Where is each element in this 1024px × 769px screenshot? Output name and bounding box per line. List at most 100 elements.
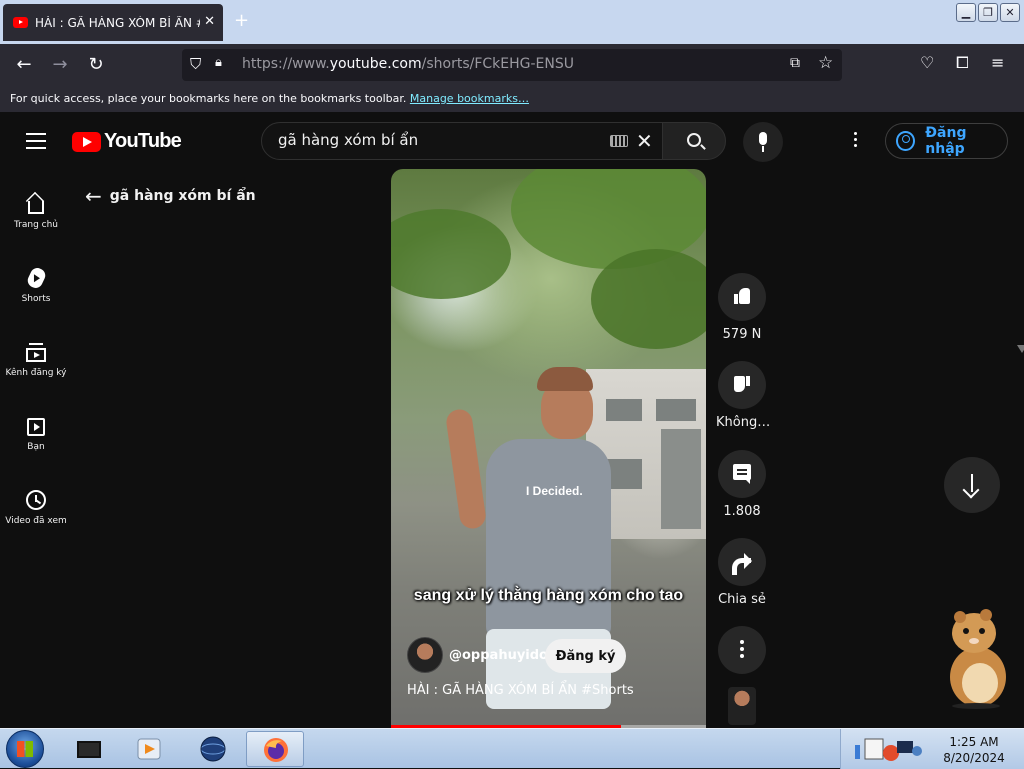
bookmark-star-icon[interactable]: ☆: [818, 53, 833, 73]
sound-avatar[interactable]: [728, 687, 756, 725]
taskbar-app-globe[interactable]: [184, 731, 242, 767]
window-controls: ▁ ❐ ✕: [956, 3, 1020, 22]
new-tab-button[interactable]: +: [234, 10, 249, 31]
extensions-icon[interactable]: ⧠: [956, 53, 969, 73]
sidebar-item-label: Video đã xem: [5, 516, 67, 526]
video-caption: sang xử lý thằng hàng xóm cho tao: [413, 587, 684, 604]
tray-icons[interactable]: [853, 735, 923, 763]
start-button[interactable]: [6, 730, 44, 768]
comment-count: 1.808: [723, 504, 761, 519]
like-button[interactable]: 579 N: [716, 273, 768, 342]
share-label: Chia sẻ: [718, 592, 766, 607]
home-icon: [28, 201, 44, 214]
youtube-header: YouTube ✕ Đăng nhập: [0, 112, 1024, 170]
menu-icon[interactable]: [26, 133, 46, 149]
restore-button[interactable]: ❐: [978, 3, 998, 22]
app-menu-icon[interactable]: ≡: [991, 53, 1004, 72]
youtube-play-icon: [72, 131, 101, 152]
windows-taskbar: 1:25 AM 8/20/2024: [0, 728, 1024, 769]
video-person-cap: [537, 367, 593, 391]
media-player-icon: [137, 738, 161, 760]
taskbar-app-firefox[interactable]: [246, 731, 304, 767]
bookmarks-toolbar: For quick access, place your bookmarks h…: [0, 86, 1024, 112]
comment-icon: [733, 464, 751, 484]
shirt-text: I Decided.: [526, 484, 583, 498]
keyboard-icon[interactable]: [610, 135, 628, 147]
back-to-search-button[interactable]: ← gã hàng xóm bí ẩn: [85, 184, 256, 208]
browser-title-bar: HÀI : GÃ HÀNG XÓM BÍ ẨN #Shorts ✕ + ▁ ❐ …: [0, 0, 1024, 44]
tracking-protection-icon[interactable]: ⛉: [190, 55, 201, 73]
reload-icon[interactable]: ↻: [84, 53, 108, 77]
bookmarks-message: For quick access, place your bookmarks h…: [10, 92, 407, 105]
clock-time: 1:25 AM: [949, 735, 999, 749]
share-icon: [732, 552, 752, 575]
chevron-down-icon: [1017, 345, 1024, 353]
browser-tab[interactable]: HÀI : GÃ HÀNG XÓM BÍ ẨN #Shorts ✕: [3, 4, 223, 41]
sidebar-item-label: Kênh đăng ký: [5, 368, 67, 378]
clear-search-icon[interactable]: ✕: [636, 129, 653, 153]
url-text[interactable]: https://www.youtube.com/shorts/FCkEHG-EN…: [242, 56, 574, 72]
minimize-button[interactable]: ▁: [956, 3, 976, 22]
manage-bookmarks-link[interactable]: Manage bookmarks…: [410, 92, 529, 105]
sidebar-item-label: Trang chủ: [13, 220, 59, 230]
youtube-logo[interactable]: YouTube: [72, 130, 182, 153]
channel-avatar[interactable]: [407, 637, 443, 673]
shorts-video-player[interactable]: I Decided. sang xử lý thằng hàng xóm cho…: [391, 169, 706, 728]
dislike-button[interactable]: Không…: [716, 361, 771, 430]
video-title[interactable]: HÀI : GÃ HÀNG XÓM BÍ ẨN #Shorts: [407, 683, 634, 698]
voice-search-button[interactable]: [743, 122, 783, 162]
channel-name[interactable]: @oppahuyidol: [449, 648, 552, 663]
tab-title: HÀI : GÃ HÀNG XÓM BÍ ẨN #Shorts: [35, 15, 200, 30]
more-vert-icon: [740, 640, 744, 661]
sidebar-item-home[interactable]: Trang chủ: [0, 184, 72, 254]
navigation-toolbar: ← → ↻ ⛉ 🔒︎ https://www.youtube.com/short…: [0, 44, 1024, 86]
sidebar-item-label: Bạn: [27, 442, 45, 452]
search-input[interactable]: [278, 131, 598, 149]
subscribe-button[interactable]: Đăng ký: [545, 639, 626, 673]
video-person-shirt: I Decided.: [486, 439, 611, 639]
sign-in-button[interactable]: Đăng nhập: [885, 123, 1008, 159]
sidebar-item-history[interactable]: Video đã xem: [0, 480, 72, 550]
shorts-icon: [24, 265, 48, 291]
logo-text: YouTube: [104, 130, 182, 152]
monitor-icon: [77, 741, 101, 758]
tree-foliage: [391, 209, 511, 299]
clock-date: 8/20/2024: [943, 751, 1005, 765]
dislike-label: Không…: [716, 415, 771, 430]
taskbar-app-terminal[interactable]: [60, 731, 118, 767]
sidebar-item-label: Shorts: [21, 294, 51, 304]
microphone-icon: [759, 132, 767, 145]
globe-icon: [200, 736, 226, 762]
sidebar-item-shorts[interactable]: Shorts: [0, 258, 72, 328]
taskbar-app-media-player[interactable]: [120, 731, 178, 767]
settings-more-icon[interactable]: [854, 132, 858, 150]
sidebar-item-you[interactable]: Bạn: [0, 406, 72, 476]
picture-in-picture-icon[interactable]: ⧉: [790, 55, 800, 71]
share-button[interactable]: Chia sẻ: [716, 538, 768, 607]
taskbar-clock[interactable]: 1:25 AM 8/20/2024: [930, 734, 1018, 766]
tree-foliage: [591, 249, 706, 349]
search-button[interactable]: [662, 122, 726, 160]
video-person-arm: [444, 407, 488, 531]
thumbs-down-icon: [734, 376, 750, 392]
hamster-desktop-pet[interactable]: [940, 605, 1010, 710]
history-icon: [26, 490, 46, 510]
firefox-icon: [264, 738, 288, 762]
search-box[interactable]: ✕: [261, 122, 663, 160]
close-window-button[interactable]: ✕: [1000, 3, 1020, 22]
search-query-label: gã hàng xóm bí ẩn: [109, 188, 256, 204]
sidebar-item-subscriptions[interactable]: Kênh đăng ký: [0, 332, 72, 402]
tab-close-icon[interactable]: ✕: [204, 14, 215, 29]
next-video-button[interactable]: [944, 457, 1000, 513]
comments-button[interactable]: 1.808: [716, 450, 768, 519]
url-bar[interactable]: ⛉ 🔒︎ https://www.youtube.com/shorts/FCkE…: [182, 49, 842, 81]
pocket-icon[interactable]: ♡: [920, 53, 934, 72]
lock-icon[interactable]: 🔒︎: [215, 55, 222, 70]
subscriptions-icon: [26, 343, 46, 362]
more-actions-button[interactable]: [716, 626, 768, 680]
account-icon: [896, 131, 916, 151]
back-arrow-icon: ←: [85, 184, 102, 208]
thumbs-up-icon: [734, 288, 750, 304]
back-arrow-icon[interactable]: ←: [12, 53, 36, 77]
forward-arrow-icon[interactable]: →: [48, 53, 72, 77]
